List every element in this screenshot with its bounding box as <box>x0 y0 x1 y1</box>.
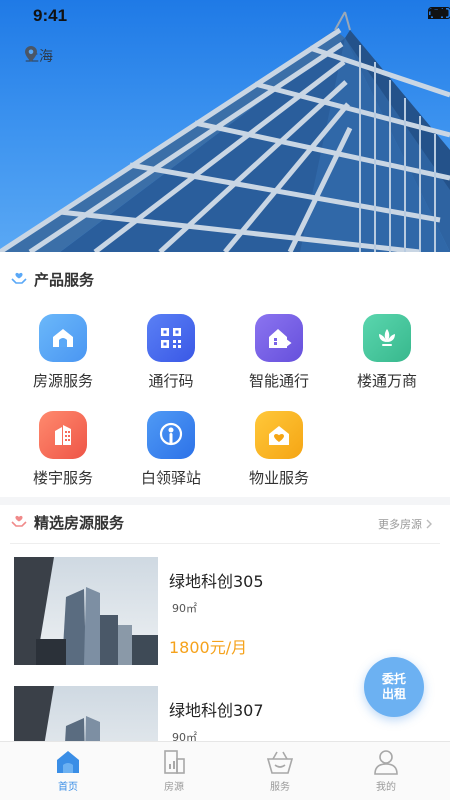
header-rule <box>10 543 440 544</box>
hero-banner[interactable]: 9:41 上海 <box>0 0 450 252</box>
chevron-right-icon <box>426 519 432 529</box>
section-divider <box>0 497 450 505</box>
building-icon <box>39 411 87 459</box>
heart-house-icon <box>255 411 303 459</box>
lotus-icon <box>363 314 411 362</box>
product-services-header: 产品服务 <box>0 264 450 294</box>
tab-profile[interactable]: 我的 <box>330 742 442 800</box>
listing-photo <box>14 557 158 665</box>
service-label: 房源服务 <box>32 372 93 390</box>
section-title: 产品服务 <box>34 271 95 289</box>
service-label: 通行码 <box>148 372 194 390</box>
service-business[interactable]: 楼通万商 <box>332 314 442 391</box>
fab-label-line1: 委托 <box>381 672 406 686</box>
tab-label: 房源 <box>164 782 184 793</box>
service-label: 白领驿站 <box>140 469 201 487</box>
service-label: 楼宇服务 <box>32 469 93 487</box>
service-pass-code[interactable]: 通行码 <box>116 314 226 391</box>
service-property[interactable]: 物业服务 <box>224 411 334 488</box>
listing-area: 90㎡ <box>172 602 197 615</box>
tab-home[interactable]: 首页 <box>12 742 124 800</box>
person-pin-icon <box>147 411 195 459</box>
service-smart-access[interactable]: 智能通行 <box>224 314 334 391</box>
listing-card[interactable]: 绿地科创305 90㎡ 1800元/月 <box>14 557 436 667</box>
tab-bar: 首页 房源 服务 我的 <box>0 741 450 800</box>
building-outline-icon <box>164 750 185 774</box>
smart-home-icon <box>255 314 303 362</box>
more-listings-label: 更多房源 <box>378 518 422 531</box>
house-icon <box>39 314 87 362</box>
location-pin-icon <box>25 46 37 62</box>
hands-heart-icon <box>11 272 27 284</box>
section-title: 精选房源服务 <box>34 514 125 532</box>
hands-heart-icon <box>11 515 27 527</box>
service-building[interactable]: 楼宇服务 <box>8 411 118 488</box>
tab-listings[interactable]: 房源 <box>118 742 230 800</box>
service-label: 物业服务 <box>248 469 309 487</box>
user-icon <box>374 750 398 775</box>
tab-label: 首页 <box>58 782 78 793</box>
home-icon <box>57 751 79 773</box>
fab-label-line2: 出租 <box>381 687 406 701</box>
tab-services[interactable]: 服务 <box>224 742 336 800</box>
featured-header: 精选房源服务 更多房源 <box>0 507 450 537</box>
service-station[interactable]: 白领驿站 <box>116 411 226 488</box>
service-label: 楼通万商 <box>356 372 417 390</box>
status-bar: 9:41 <box>0 0 450 32</box>
building-illustration <box>0 11 450 252</box>
listing-photo <box>14 686 158 741</box>
listing-title: 绿地科创307 <box>169 701 264 720</box>
tab-label: 服务 <box>270 782 290 793</box>
service-housing[interactable]: 房源服务 <box>8 314 118 391</box>
basket-icon <box>266 751 294 774</box>
location-selector[interactable]: 上海 <box>25 46 53 66</box>
listing-price: 1800元/月 <box>169 638 248 657</box>
status-time: 9:41 <box>33 6 68 25</box>
entrust-rent-button[interactable]: 委托 出租 <box>364 657 424 717</box>
listing-title: 绿地科创305 <box>169 572 264 591</box>
tab-label: 我的 <box>376 782 396 793</box>
battery-icon <box>428 7 450 19</box>
qr-code-icon <box>147 314 195 362</box>
service-label: 智能通行 <box>248 372 309 390</box>
more-listings-link[interactable]: 更多房源 <box>378 516 432 532</box>
